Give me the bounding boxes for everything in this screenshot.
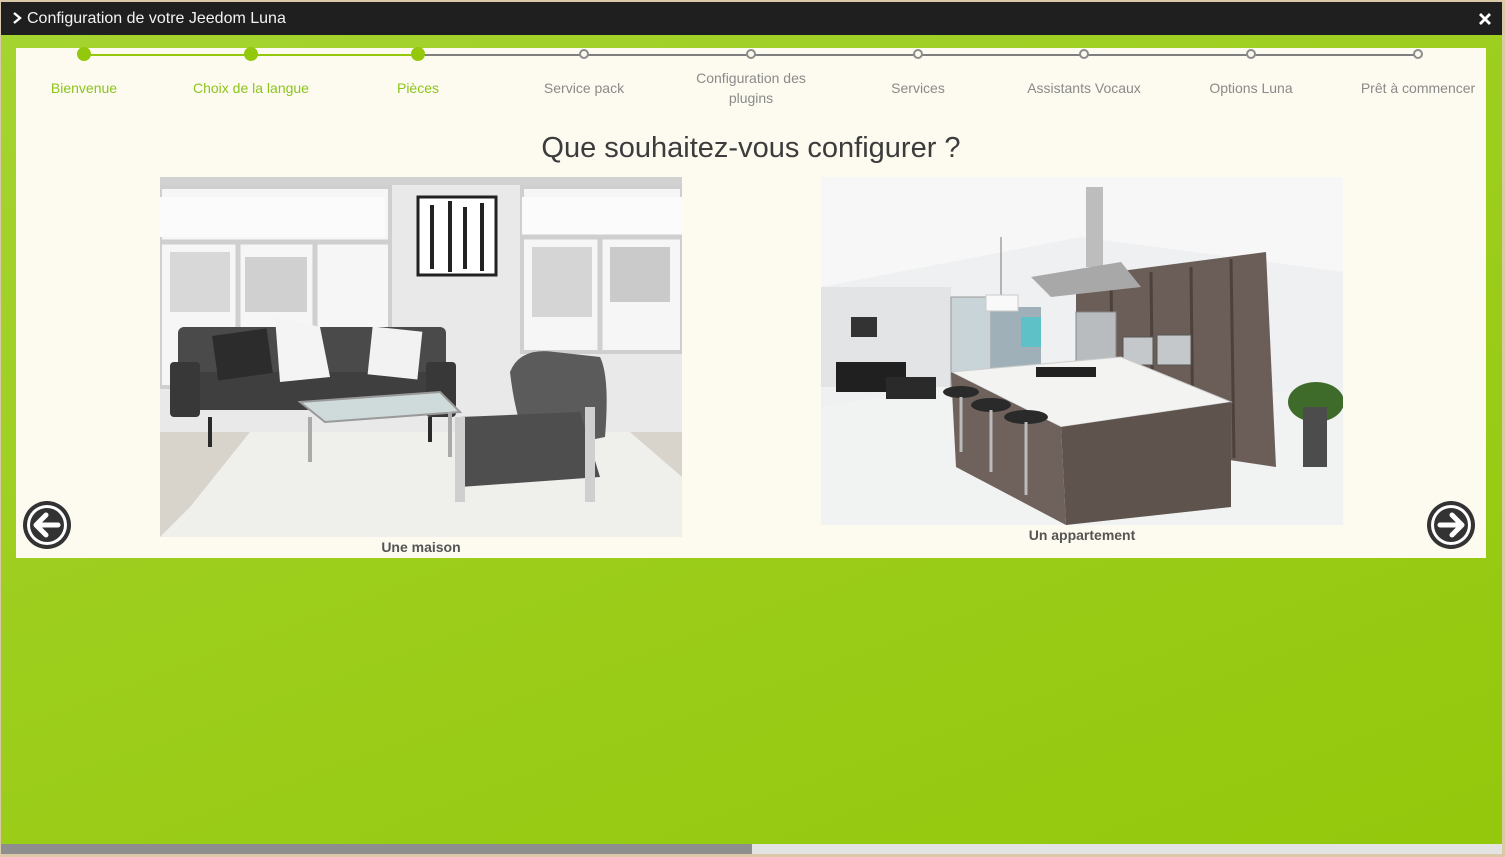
choice-label: Un appartement bbox=[1028, 527, 1136, 543]
step-label: Choix de la langue bbox=[193, 80, 309, 96]
step-label: Services bbox=[891, 80, 945, 96]
step-label: Assistants Vocaux bbox=[1027, 80, 1141, 96]
step-choix-langue[interactable]: Choix de la langue bbox=[176, 47, 326, 96]
step-dot bbox=[244, 47, 258, 61]
chevron-right-icon bbox=[13, 12, 22, 24]
step-pieces[interactable]: Pièces bbox=[343, 47, 493, 96]
step-dot bbox=[913, 49, 923, 59]
close-icon[interactable] bbox=[1477, 11, 1493, 27]
horizontal-scrollbar[interactable] bbox=[1, 844, 1502, 854]
step-label: Options Luna bbox=[1209, 80, 1293, 96]
choice-maison[interactable]: Une maison bbox=[160, 177, 682, 556]
step-pret-a-commencer[interactable]: Prêt à commencer bbox=[1343, 48, 1493, 96]
step-bienvenue[interactable]: Bienvenue bbox=[9, 47, 159, 96]
step-options-luna[interactable]: Options Luna bbox=[1176, 48, 1326, 96]
modal-title: Configuration de votre Jeedom Luna bbox=[27, 10, 286, 27]
arrow-right-circle-icon[interactable] bbox=[1426, 500, 1476, 550]
step-label: Bienvenue bbox=[50, 80, 118, 96]
wizard-question: Que souhaitez-vous configurer ? bbox=[541, 132, 961, 164]
step-dot bbox=[77, 47, 91, 61]
step-label: Service pack bbox=[543, 80, 625, 96]
step-dot bbox=[1413, 49, 1423, 59]
step-configuration-plugins[interactable]: Configuration des plugins bbox=[676, 48, 826, 106]
step-dot bbox=[411, 47, 425, 61]
step-service-pack[interactable]: Service pack bbox=[509, 48, 659, 96]
step-label: Pièces bbox=[396, 80, 440, 96]
step-dot bbox=[1079, 49, 1089, 59]
arrow-left-circle-icon[interactable] bbox=[22, 500, 72, 550]
step-dot bbox=[746, 49, 756, 59]
step-label: Prêt à commencer bbox=[1360, 80, 1476, 96]
modal-titlebar: Configuration de votre Jeedom Luna bbox=[1, 2, 1502, 35]
choice-appartement[interactable]: Un appartement bbox=[821, 177, 1343, 544]
choice-label: Une maison bbox=[381, 539, 461, 555]
kitchen-photo bbox=[821, 177, 1343, 525]
step-label: Configuration des plugins bbox=[696, 70, 806, 106]
step-dot bbox=[579, 49, 589, 59]
scrollbar-thumb[interactable] bbox=[1, 844, 752, 854]
setup-wizard-modal: Configuration de votre Jeedom Luna Bienv… bbox=[1, 2, 1502, 854]
wizard-panel: Bienvenue Choix de la langue Pièces Serv… bbox=[16, 47, 1486, 558]
step-assistants-vocaux[interactable]: Assistants Vocaux bbox=[1009, 48, 1159, 96]
step-dot bbox=[1246, 49, 1256, 59]
living-room-photo bbox=[160, 177, 682, 537]
step-services[interactable]: Services bbox=[843, 48, 993, 96]
